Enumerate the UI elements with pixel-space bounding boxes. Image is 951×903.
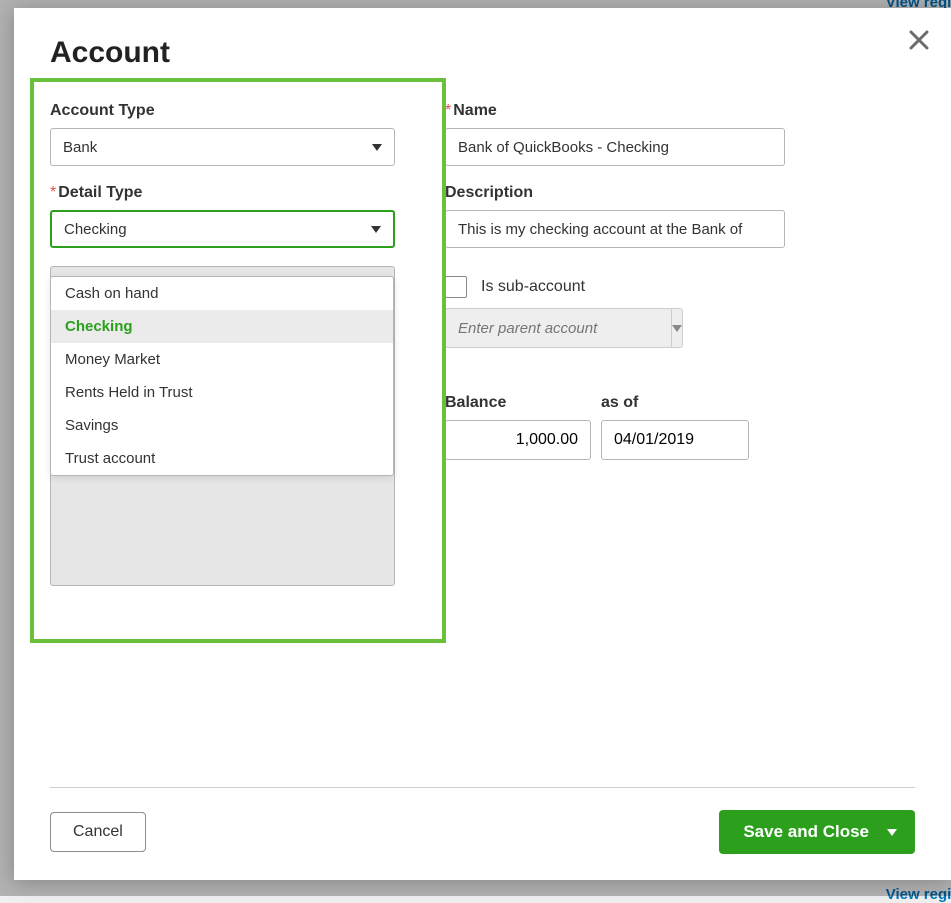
asof-label: as of [601, 394, 749, 412]
right-column: Name Description Is sub-account [445, 102, 785, 586]
save-and-close-button[interactable]: Save and Close [719, 810, 915, 854]
detail-type-label: Detail Type [50, 184, 395, 202]
chevron-down-icon [372, 144, 382, 151]
detail-type-select[interactable]: Checking [50, 210, 395, 248]
save-button-label: Save and Close [743, 822, 869, 842]
chevron-down-icon [887, 829, 897, 836]
modal-body: Account Type Bank Detail Type Checking [14, 78, 951, 787]
dropdown-item-money-market[interactable]: Money Market [51, 343, 393, 376]
account-type-label: Account Type [50, 102, 395, 120]
balance-input[interactable] [445, 420, 591, 460]
parent-account-input [445, 308, 672, 348]
name-label: Name [445, 102, 785, 120]
detail-type-dropdown: Cash on hand Checking Money Market Rents… [50, 276, 394, 476]
modal-footer: Cancel Save and Close [50, 787, 915, 880]
close-button[interactable] [905, 26, 933, 54]
account-type-field: Account Type Bank [50, 102, 395, 166]
dropdown-item-cash-on-hand[interactable]: Cash on hand [51, 277, 393, 310]
dropdown-item-checking[interactable]: Checking [51, 310, 393, 343]
parent-account-caret[interactable] [672, 308, 683, 348]
asof-date-input[interactable] [601, 420, 749, 460]
name-input[interactable] [445, 128, 785, 166]
name-field: Name [445, 102, 785, 166]
modal-header: Account [14, 8, 951, 78]
left-column: Account Type Bank Detail Type Checking [50, 102, 395, 586]
cancel-button[interactable]: Cancel [50, 812, 146, 852]
description-label: Description [445, 184, 785, 202]
sub-account-label: Is sub-account [481, 278, 585, 296]
description-input[interactable] [445, 210, 785, 248]
account-modal: Account Account Type Bank Detail Type Ch… [14, 8, 951, 880]
dropdown-item-rents-held-in-trust[interactable]: Rents Held in Trust [51, 376, 393, 409]
sub-account-checkbox[interactable] [445, 276, 467, 298]
dropdown-item-trust-account[interactable]: Trust account [51, 442, 393, 475]
balance-label: Balance [445, 394, 591, 412]
dropdown-item-savings[interactable]: Savings [51, 409, 393, 442]
balance-section: Balance as of [445, 394, 785, 460]
modal-title: Account [50, 36, 915, 70]
account-type-value: Bank [63, 139, 97, 156]
parent-account-select[interactable] [445, 308, 670, 348]
sub-account-section: Is sub-account [445, 266, 785, 348]
chevron-down-icon [371, 226, 381, 233]
detail-type-value: Checking [64, 221, 127, 238]
account-type-select[interactable]: Bank [50, 128, 395, 166]
detail-type-field: Detail Type Checking [50, 184, 395, 248]
description-field: Description [445, 184, 785, 248]
chevron-down-icon [672, 325, 682, 332]
